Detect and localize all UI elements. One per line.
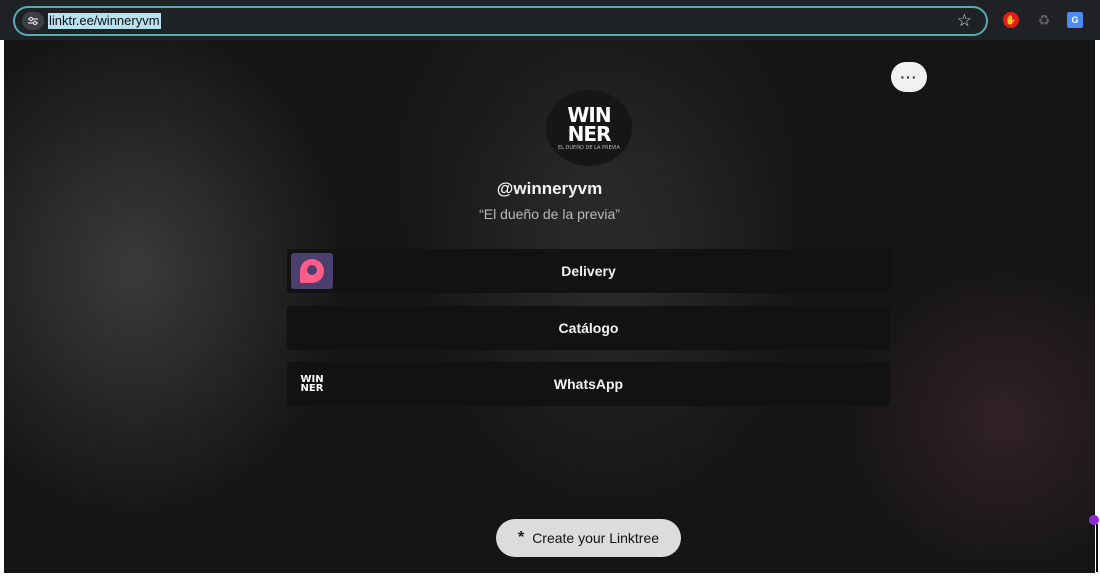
avatar-logo-sub: EL DUEÑO DE LA PREVIA: [558, 144, 620, 151]
ellipsis-icon: ···: [900, 69, 918, 85]
avatar: WIN NER EL DUEÑO DE LA PREVIA: [546, 90, 632, 166]
url-text[interactable]: linktr.ee/winneryvm: [48, 13, 161, 29]
create-linktree-button[interactable]: * Create your Linktree: [496, 519, 681, 557]
linktree-asterisk-icon: *: [517, 529, 525, 546]
star-icon[interactable]: ☆: [957, 11, 972, 31]
browser-toolbar: linktr.ee/winneryvm ☆ ✋ ♻ G: [0, 0, 1100, 40]
tune-icon: [28, 16, 38, 26]
link-label: Delivery: [561, 263, 616, 279]
link-label: WhatsApp: [553, 376, 624, 392]
translate-extension-icon[interactable]: G: [1067, 12, 1083, 28]
create-linktree-label: Create your Linktree: [532, 530, 660, 546]
link-catalogo[interactable]: Catálogo: [287, 306, 890, 350]
link-label: Catálogo: [558, 320, 619, 336]
more-options-button[interactable]: ···: [891, 62, 927, 92]
thumb-logo-line2: NER: [300, 383, 324, 394]
link-whatsapp[interactable]: WIN NER WhatsApp: [287, 362, 890, 406]
site-info-button[interactable]: [22, 12, 44, 30]
scrollbar[interactable]: [1096, 524, 1098, 572]
winnery-logo-icon: WIN NER: [291, 366, 333, 402]
pedidosya-icon: [291, 253, 333, 289]
recycle-extension-icon[interactable]: ♻: [1036, 12, 1052, 28]
avatar-logo-line2: NER: [567, 121, 612, 146]
adblock-extension-icon[interactable]: ✋: [1003, 12, 1019, 28]
address-bar[interactable]: linktr.ee/winneryvm ☆: [13, 6, 988, 36]
link-delivery[interactable]: Delivery: [287, 249, 890, 293]
profile-bio: “El dueño de la previa”: [479, 206, 620, 222]
linktree-page: ··· WIN NER EL DUEÑO DE LA PREVIA @winne…: [4, 40, 1095, 573]
profile-handle: @winneryvm: [496, 179, 603, 198]
